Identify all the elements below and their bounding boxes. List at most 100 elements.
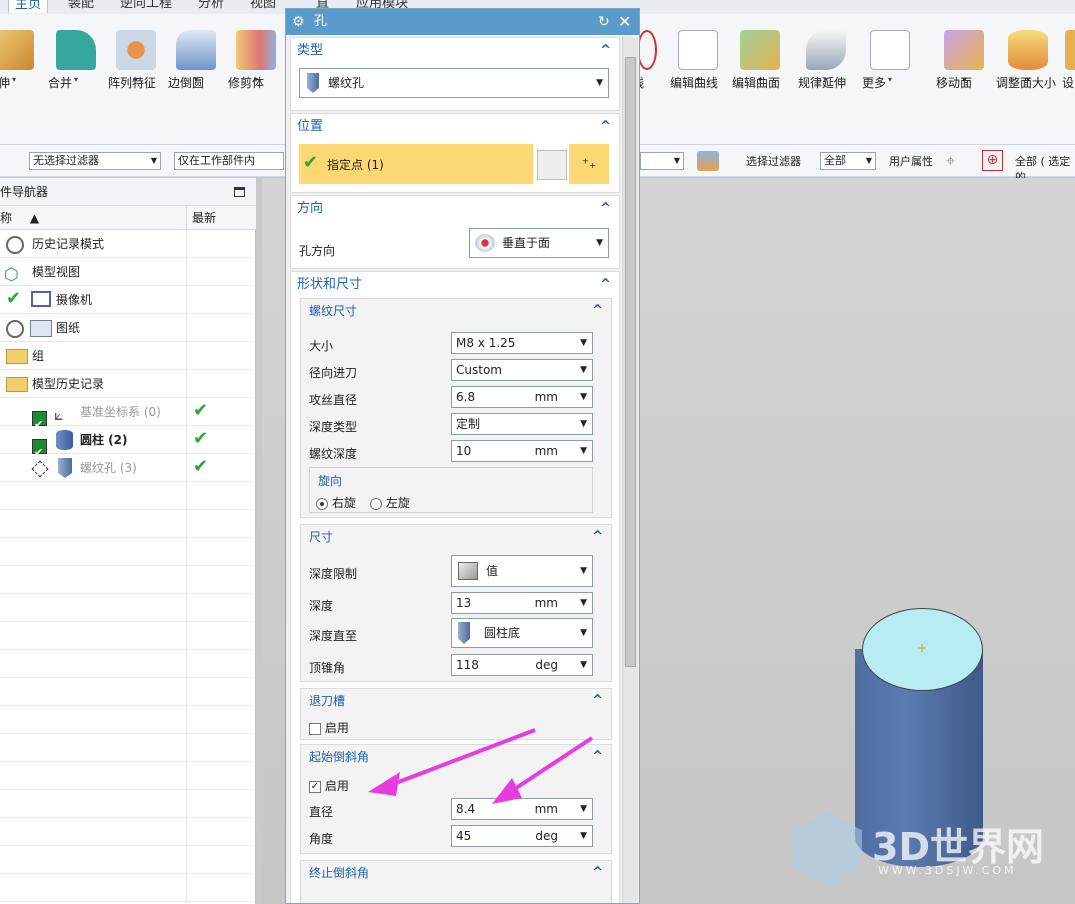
- chevron-down-icon: ▼: [596, 238, 603, 248]
- edit-surface-button[interactable]: 编辑曲面 ▾: [732, 28, 788, 118]
- edit-curve-button[interactable]: 编辑曲线 ▾: [670, 28, 726, 118]
- extrude-button[interactable]: 拉伸▾: [0, 28, 42, 118]
- reset-icon[interactable]: ↻: [598, 9, 610, 35]
- start-chamfer-enable-checkbox[interactable]: ✓ 启用: [309, 777, 349, 794]
- tab-assembly[interactable]: 装配: [62, 0, 100, 13]
- annotation-arrow-right: [508, 736, 594, 794]
- target-icon[interactable]: ⊕: [982, 150, 1003, 171]
- sketch-section-icon[interactable]: [537, 150, 567, 180]
- chevron-down-icon: ▼: [580, 628, 587, 638]
- edge-blend-button[interactable]: 边倒圆 ▾: [168, 28, 224, 118]
- depth-limit-select[interactable]: 值 ▼: [451, 555, 593, 587]
- tip-angle-input[interactable]: 118 deg ▼: [451, 654, 593, 676]
- column-name-header[interactable]: 称 ▲: [0, 211, 39, 225]
- folder-icon: [6, 377, 28, 392]
- chevron-down-icon: ▼: [865, 156, 872, 165]
- settings-button[interactable]: 设: [1062, 28, 1075, 118]
- collapse-icon: ^: [592, 303, 603, 318]
- resize-face-button[interactable]: 调整面大小 ▾: [996, 28, 1060, 118]
- radial-engage-select[interactable]: Custom ▼: [451, 359, 593, 381]
- pattern-feature-button[interactable]: 阵列特征 ▾: [108, 28, 164, 118]
- tab-analysis[interactable]: 分析: [192, 0, 230, 13]
- crosshair-icon[interactable]: ⌖: [946, 151, 955, 171]
- tab-reverse[interactable]: 逆向工程: [114, 0, 178, 13]
- right-hand-radio[interactable]: 右旋: [316, 494, 356, 511]
- watermark-brand: 3D世界网: [872, 825, 1044, 869]
- left-hand-radio[interactable]: 左旋: [370, 494, 410, 511]
- chevron-down-icon: ▼: [580, 598, 587, 608]
- tab-view[interactable]: 视图: [244, 0, 282, 13]
- checkmark-icon: ✔: [193, 428, 209, 449]
- relief-enable-checkbox[interactable]: 启用: [309, 719, 349, 736]
- diamond-icon: [31, 460, 49, 478]
- chevron-down-icon: ▼: [580, 831, 587, 841]
- filter-select[interactable]: 无选择过滤器 ▼: [29, 152, 161, 170]
- tap-drill-diameter-input[interactable]: 6.8 mm ▼: [451, 386, 593, 408]
- thread-size-group: 螺纹尺寸 ^ 大小 M8 x 1.25 ▼ 径向进刀 Custom ▼ 攻丝直径 6.…: [300, 298, 612, 518]
- nav-item-model-views[interactable]: ⬡ 模型视图: [0, 258, 252, 286]
- point-dialog-icon[interactable]: ⁺₊: [569, 144, 609, 184]
- checkmark-icon: ✔: [303, 152, 319, 173]
- nav-item-cylinder[interactable]: ✔ 圆柱 (2) ✔: [0, 426, 252, 459]
- dialog-title-bar[interactable]: ⚙ 孔 ↻ ✕: [286, 9, 639, 35]
- move-face-button[interactable]: 移动面 ▾: [936, 28, 992, 118]
- thread-size-select[interactable]: M8 x 1.25 ▼: [451, 332, 593, 354]
- drawing-sheet-icon: [30, 320, 52, 337]
- more-button[interactable]: 更多 ▾: [862, 28, 918, 118]
- edit-curve-icon: [678, 30, 718, 70]
- hole-type-select[interactable]: 螺纹孔 ▼: [299, 68, 609, 98]
- nav-item-cameras[interactable]: ✔ 摄像机: [0, 286, 252, 314]
- nav-item-history-mode[interactable]: 历史记录模式: [0, 230, 252, 258]
- unite-icon: [56, 30, 96, 70]
- end-chamfer-group: 终止倒斜角 ^: [300, 860, 612, 903]
- chevron-down-icon: ▼: [580, 566, 587, 576]
- nav-item-drawings[interactable]: 图纸: [0, 314, 252, 342]
- collapse-icon: ^: [600, 43, 611, 58]
- collapse-icon: ^: [592, 529, 603, 544]
- snap-select[interactable]: ▼: [640, 152, 684, 170]
- clock-icon: [6, 320, 24, 338]
- folder-icon: [6, 349, 28, 364]
- chevron-down-icon: ▼: [580, 392, 587, 402]
- visibility-checkbox[interactable]: ✔: [32, 439, 47, 459]
- pattern-icon: [116, 30, 156, 70]
- nav-item-threaded-hole[interactable]: 螺纹孔 (3) ✔: [0, 454, 252, 482]
- user-attr-label: 用户属性: [889, 155, 933, 168]
- chamfer-angle-input[interactable]: 45 deg ▼: [451, 825, 593, 847]
- depth-input[interactable]: 13 mm ▼: [451, 592, 593, 614]
- extrude-icon: [0, 30, 34, 70]
- navigator-title: 件导航器: [0, 185, 49, 199]
- scope-select[interactable]: 仅在工作部件内: [174, 152, 284, 170]
- nav-item-groups[interactable]: 组: [0, 342, 252, 370]
- nav-item-model-history[interactable]: 模型历史记录: [0, 370, 252, 398]
- dimensions-group: 尺寸 ^ 深度限制 值 ▼ 深度 13 mm ▼ 深度直至 圆柱底 ▼ 顶锥角 118 de…: [300, 524, 612, 682]
- close-icon[interactable]: ✕: [618, 9, 631, 35]
- collapse-icon: ^: [592, 865, 603, 880]
- circle-curve-icon: [637, 30, 657, 70]
- threaded-hole-icon: [307, 73, 319, 93]
- thread-depth-input[interactable]: 10 mm ▼: [451, 440, 593, 462]
- specify-point-row[interactable]: ✔ 指定点 (1): [299, 144, 533, 184]
- sort-up-icon: ▲: [29, 211, 40, 225]
- depth-type-select[interactable]: 定制 ▼: [451, 413, 593, 435]
- nav-item-datum-csys[interactable]: ✔ ⟀ 基准坐标系 (0) ✔: [0, 398, 252, 431]
- gear-icon[interactable]: ⚙: [292, 9, 305, 35]
- settings-icon: [1065, 30, 1075, 70]
- filter-tool-icon[interactable]: [697, 151, 719, 171]
- tab-home[interactable]: 主页: [8, 0, 49, 13]
- scrollbar-thumb[interactable]: [625, 57, 636, 667]
- hole-direction-select[interactable]: 垂直于面 ▼: [469, 228, 609, 258]
- law-extension-button[interactable]: 规律延伸 ▾: [798, 28, 854, 118]
- trim-body-button[interactable]: 修剪体 ▾: [228, 28, 284, 118]
- depth-to-select[interactable]: 圆柱底 ▼: [451, 618, 593, 648]
- chevron-down-icon: ▼: [596, 78, 603, 88]
- maximize-icon[interactable]: [234, 187, 245, 197]
- dialog-scrollbar[interactable]: [622, 37, 638, 903]
- chevron-down-icon: ▼: [580, 446, 587, 456]
- visibility-checkbox[interactable]: ✔: [32, 411, 47, 431]
- collapse-icon: ^: [600, 201, 611, 216]
- cylinder-top-face[interactable]: +: [862, 608, 983, 691]
- unite-button[interactable]: 合并 ▾: [48, 28, 104, 118]
- select-all-select[interactable]: 全部 ▼: [820, 152, 876, 170]
- column-latest-header[interactable]: 最新: [186, 206, 216, 230]
